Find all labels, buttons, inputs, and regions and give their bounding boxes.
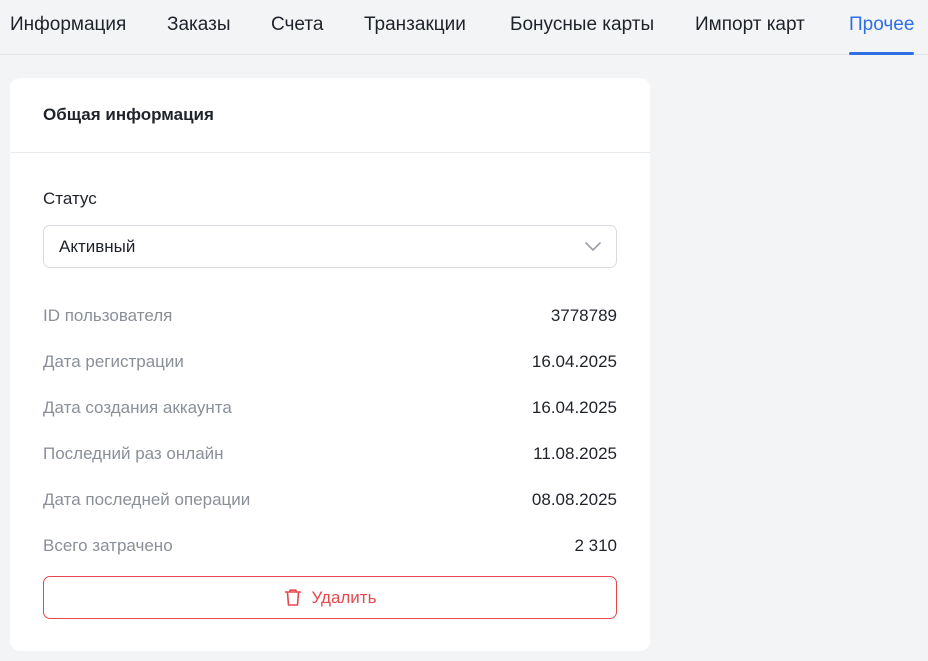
tab-other[interactable]: Прочее <box>849 12 915 55</box>
info-row-label: Дата регистрации <box>43 352 184 371</box>
info-row-label: Дата создания аккаунта <box>43 398 232 417</box>
card-header: Общая информация <box>10 78 650 153</box>
tab-accounts[interactable]: Счета <box>271 12 323 55</box>
info-row-label: Дата последней операции <box>43 490 251 509</box>
info-row-last-operation: Дата последней операции 08.08.2025 <box>43 487 617 513</box>
info-row-label: Всего затрачено <box>43 536 173 555</box>
tab-info[interactable]: Информация <box>10 12 126 55</box>
info-row-registration-date: Дата регистрации 16.04.2025 <box>43 349 617 375</box>
delete-button[interactable]: Удалить <box>43 576 617 619</box>
info-row-user-id: ID пользователя 3778789 <box>43 303 617 329</box>
status-label: Статус <box>43 189 97 208</box>
info-row-value: 2 310 <box>574 536 617 555</box>
tab-orders[interactable]: Заказы <box>167 12 231 55</box>
delete-button-label: Удалить <box>311 587 377 607</box>
info-row-label: Последний раз онлайн <box>43 444 224 463</box>
card-title: Общая информация <box>43 105 214 124</box>
tab-bonus-cards[interactable]: Бонусные карты <box>510 12 654 55</box>
general-info-card: Общая информация Статус Активный ID поль… <box>10 78 650 651</box>
tab-transactions[interactable]: Транзакции <box>364 12 466 55</box>
chevron-down-icon <box>585 242 601 251</box>
info-row-value: 3778789 <box>550 306 617 325</box>
info-row-last-online: Последний раз онлайн 11.08.2025 <box>43 441 617 467</box>
status-select-value: Активный <box>59 236 136 256</box>
info-row-value: 11.08.2025 <box>533 444 617 463</box>
tab-bar: Информация Заказы Счета Транзакции Бонус… <box>0 0 928 55</box>
info-row-value: 08.08.2025 <box>531 490 617 509</box>
info-row-total-spent: Всего затрачено 2 310 <box>43 533 617 559</box>
info-row-value: 16.04.2025 <box>531 398 617 417</box>
info-row-label: ID пользователя <box>43 306 173 325</box>
trash-icon <box>284 589 301 606</box>
status-select[interactable]: Активный <box>43 225 617 268</box>
tab-import-cards[interactable]: Импорт карт <box>695 12 805 55</box>
info-row-value: 16.04.2025 <box>531 352 617 371</box>
info-row-account-created: Дата создания аккаунта 16.04.2025 <box>43 395 617 421</box>
